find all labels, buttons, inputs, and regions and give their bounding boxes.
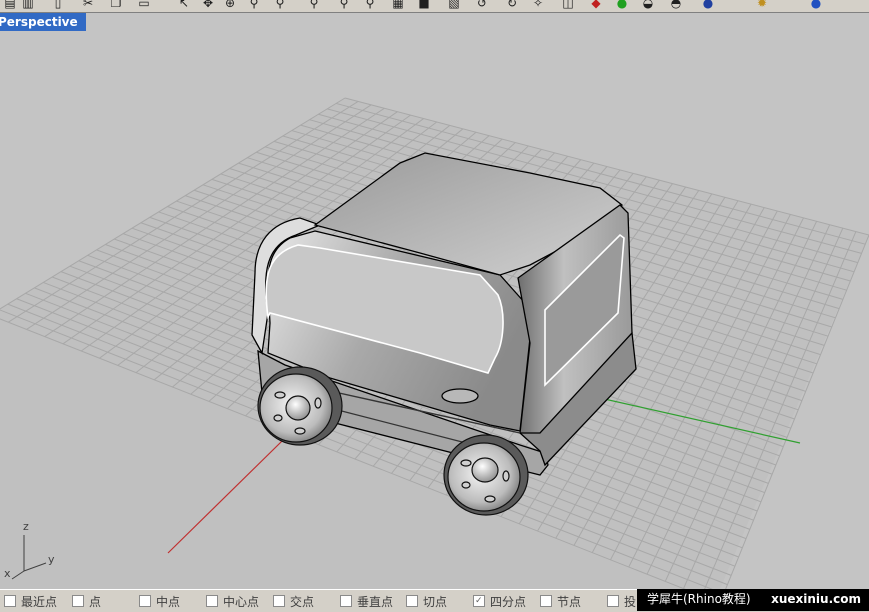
osnap-int[interactable]: 交点 — [273, 594, 315, 609]
watermark-left: 学犀牛(Rhino教程) — [647, 592, 751, 606]
layer-icon[interactable]: ◫ — [560, 0, 576, 11]
osnap-label: 点 — [89, 594, 102, 609]
sphere-icon[interactable]: ◒ — [640, 0, 656, 11]
new-doc-icon[interactable]: ▯ — [50, 0, 66, 11]
viewport-title[interactable]: Perspective — [0, 13, 86, 31]
osnap-checkbox[interactable] — [607, 595, 619, 607]
new-file-icon[interactable]: ▤ — [2, 0, 18, 11]
material-icon[interactable]: ● — [614, 0, 630, 11]
osnap-checkbox[interactable] — [72, 595, 84, 607]
save-icon[interactable]: ▥ — [20, 0, 36, 11]
options-icon[interactable]: ● — [700, 0, 716, 11]
osnap-label: 切点 — [423, 594, 448, 609]
osnap-checkbox[interactable] — [4, 595, 16, 607]
watermark-right: xuexiniu.com — [771, 592, 861, 606]
axis-label-z: z — [23, 520, 29, 533]
pan-icon[interactable]: ✥ — [200, 0, 216, 11]
rear-wheel — [443, 434, 529, 516]
osnap-project[interactable]: 投 — [607, 594, 637, 609]
zoom-extents-icon[interactable]: ⚲ — [306, 0, 322, 11]
osnap-center[interactable]: 中心点 — [206, 594, 260, 609]
axis-label-x: x — [4, 567, 11, 580]
paste-icon[interactable]: ▭ — [136, 0, 152, 11]
osnap-label: 投 — [624, 594, 637, 609]
select-icon[interactable]: ↖ — [176, 0, 192, 11]
axis-label-y: y — [48, 553, 55, 566]
osnap-end[interactable]: 最近点 — [4, 594, 58, 609]
cut-icon[interactable]: ✂ — [80, 0, 96, 11]
undo-icon[interactable]: ↺ — [474, 0, 490, 11]
osnap-checkbox[interactable] — [139, 595, 151, 607]
light-icon[interactable]: ✧ — [530, 0, 546, 11]
toolbar: ▤ ▥ ▯ ✂ ❐ ▭ ↖ ✥ ⊕ ⚲ ⚲ ⚲ ⚲ ⚲ ▦ ■ ▧ ↺ ↻ ✧ … — [0, 0, 869, 13]
copy-icon[interactable]: ❐ — [108, 0, 124, 11]
osnap-checkbox[interactable] — [473, 595, 485, 607]
perspective-viewport[interactable]: Perspective z y x — [0, 13, 869, 589]
osnap-checkbox[interactable] — [406, 595, 418, 607]
osnap-checkbox[interactable] — [340, 595, 352, 607]
osnap-label: 节点 — [557, 594, 582, 609]
osnap-label: 中心点 — [223, 594, 260, 609]
sphere-render-icon[interactable]: ◓ — [668, 0, 684, 11]
osnap-checkbox[interactable] — [273, 595, 285, 607]
help-icon[interactable]: ● — [808, 0, 824, 11]
zoom-selected-icon[interactable]: ⚲ — [336, 0, 352, 11]
watermark: 学犀牛(Rhino教程) xuexiniu.com — [637, 589, 869, 611]
zoom-window-icon[interactable]: ⚲ — [272, 0, 288, 11]
osnap-label: 垂直点 — [357, 594, 394, 609]
osnap-knot[interactable]: 节点 — [540, 594, 582, 609]
osnap-label: 四分点 — [490, 594, 527, 609]
osnap-tan[interactable]: 切点 — [406, 594, 448, 609]
rotate-view-icon[interactable]: ⊕ — [222, 0, 238, 11]
gear-icon[interactable]: ✹ — [754, 0, 770, 11]
osnap-checkbox[interactable] — [206, 595, 218, 607]
osnap-checkbox[interactable] — [540, 595, 552, 607]
front-wheel — [257, 366, 343, 446]
scene-canvas[interactable] — [0, 13, 869, 589]
color-icon[interactable]: ◆ — [588, 0, 604, 11]
osnap-mid[interactable]: 中点 — [139, 594, 181, 609]
osnap-quad[interactable]: 四分点 — [473, 594, 527, 609]
grid-icon[interactable]: ▦ — [390, 0, 406, 11]
zoom-icon[interactable]: ⚲ — [246, 0, 262, 11]
osnap-label: 最近点 — [21, 594, 58, 609]
osnap-perp[interactable]: 垂直点 — [340, 594, 394, 609]
render-icon[interactable]: ▧ — [446, 0, 462, 11]
osnap-point[interactable]: 点 — [72, 594, 102, 609]
redo-icon[interactable]: ↻ — [504, 0, 520, 11]
osnap-label: 中点 — [156, 594, 181, 609]
shaded-icon[interactable]: ■ — [416, 0, 432, 11]
zoom-target-icon[interactable]: ⚲ — [362, 0, 378, 11]
car-door-handle — [441, 388, 479, 404]
osnap-label: 交点 — [290, 594, 315, 609]
